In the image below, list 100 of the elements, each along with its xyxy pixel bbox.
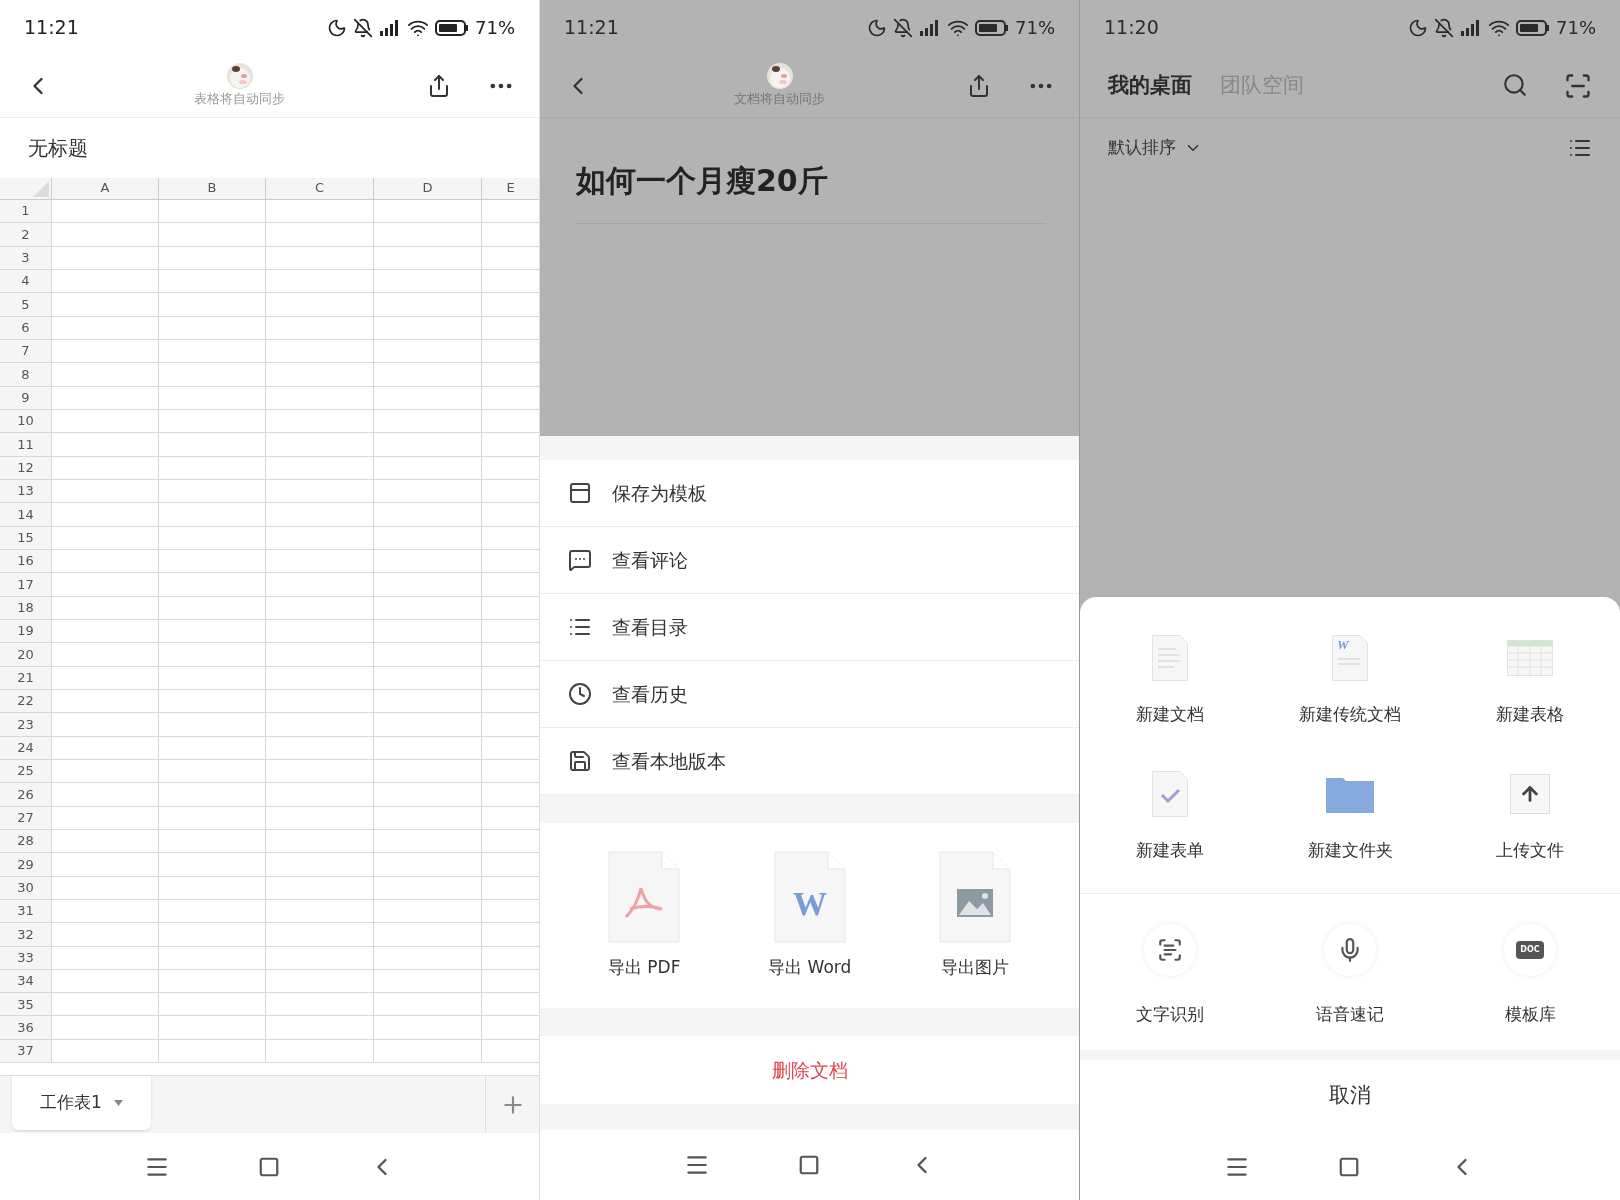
tab[interactable]: 我的桌面 [1108,70,1192,102]
word-file-icon: W [1332,635,1368,681]
sync-status: 表格将自动同步 [194,90,285,109]
sort-dropdown[interactable]: 默认排序 [1108,135,1202,161]
row-number[interactable]: 15 [0,526,51,549]
row-number[interactable]: 23 [0,713,51,736]
menu-item[interactable]: 查看本地版本 [540,728,1079,795]
sheet-tab[interactable]: 工作表1 [12,1076,151,1130]
menu-item[interactable]: 保存为模板 [540,460,1079,527]
row-number[interactable]: 25 [0,759,51,783]
signal-icon [1460,19,1482,36]
moon-icon [867,17,887,38]
create-option[interactable]: 新建表单 [1080,767,1260,863]
tool-option[interactable]: 语音速记 [1260,924,1440,1028]
row-number[interactable]: 32 [0,923,51,946]
create-option[interactable]: 上传文件 [1440,767,1620,863]
home-icon[interactable] [257,1155,280,1178]
templates-icon: DOC [1504,924,1556,976]
sheet-title[interactable]: 无标题 [28,133,88,163]
row-number[interactable]: 14 [0,503,51,526]
bell-off-icon [893,17,913,38]
bell-off-icon [353,17,373,38]
row-number[interactable]: 16 [0,549,51,573]
export-option[interactable]: 导出图片 [939,850,1012,981]
column-header[interactable]: A [51,178,158,199]
row-number[interactable]: 31 [0,899,51,923]
row-number[interactable]: 35 [0,993,51,1016]
upload-icon [1510,773,1550,814]
battery-icon [435,19,469,36]
row-number[interactable]: 1 [0,200,51,223]
document-file-icon [1152,635,1188,681]
share-icon[interactable] [967,74,991,98]
history-icon [568,682,592,706]
image-file-icon [939,850,1012,943]
row-number[interactable]: 7 [0,339,51,363]
row-number[interactable]: 11 [0,433,51,456]
document-title: 如何一个月瘦20斤 [576,163,828,198]
column-header[interactable]: E [481,178,539,199]
row-number[interactable]: 36 [0,1016,51,1039]
row-number[interactable]: 34 [0,969,51,993]
status-time: 11:21 [564,15,619,41]
moon-icon [327,17,347,38]
row-number[interactable]: 37 [0,1039,51,1063]
tool-option[interactable]: DOC 模板库 [1440,924,1620,1028]
row-number[interactable]: 30 [0,876,51,899]
row-number[interactable]: 5 [0,293,51,316]
bell-off-icon [1434,17,1454,38]
pdf-file-icon [608,850,681,943]
row-number[interactable]: 6 [0,316,51,339]
row-number[interactable]: 9 [0,386,51,409]
row-number[interactable]: 17 [0,573,51,596]
create-option[interactable]: W 新建传统文档 [1260,632,1440,728]
column-header[interactable]: C [265,178,373,199]
signal-icon [919,19,941,36]
row-number[interactable]: 28 [0,829,51,853]
row-number[interactable]: 4 [0,270,51,293]
row-number[interactable]: 2 [0,223,51,246]
spreadsheet-file-icon [1507,640,1553,676]
row-number[interactable]: 26 [0,783,51,806]
row-number[interactable]: 22 [0,689,51,713]
delete-button[interactable]: 删除文档 [540,1036,1079,1104]
create-option[interactable]: 新建文件夹 [1260,767,1440,863]
menu-item[interactable]: 查看目录 [540,594,1079,661]
battery-icon [975,19,1009,36]
row-number[interactable]: 13 [0,479,51,503]
share-icon[interactable] [427,74,451,98]
status-time: 11:21 [24,15,79,41]
column-header[interactable]: B [158,178,265,199]
signal-icon [379,19,401,36]
row-number[interactable]: 18 [0,596,51,619]
tool-option[interactable]: 文字识别 [1080,924,1260,1028]
export-option[interactable]: 导出 PDF [607,850,681,981]
scan-icon[interactable] [1564,72,1592,100]
row-number[interactable]: 21 [0,666,51,689]
row-number[interactable]: 19 [0,619,51,643]
moon-icon [1408,17,1428,38]
row-number[interactable]: 20 [0,643,51,666]
row-number[interactable]: 33 [0,946,51,969]
row-number[interactable]: 24 [0,736,51,759]
column-header[interactable]: D [373,178,481,199]
comment-icon [568,548,592,572]
menu-item[interactable]: 查看评论 [540,527,1079,594]
battery-icon [1516,19,1550,36]
create-option[interactable]: 新建表格 [1440,632,1620,728]
row-number[interactable]: 8 [0,363,51,386]
row-number[interactable]: 10 [0,409,51,433]
dropdown-caret-icon [113,1100,123,1106]
menu-item[interactable]: 查看历史 [540,661,1079,728]
home-icon[interactable] [797,1154,820,1176]
form-file-icon [1152,770,1188,817]
row-number[interactable]: 27 [0,806,51,829]
search-icon[interactable] [1502,72,1528,98]
row-number[interactable]: 29 [0,853,51,876]
battery-percent: 71% [1015,16,1055,40]
status-time: 11:20 [1104,15,1159,41]
row-number[interactable]: 3 [0,246,51,269]
row-number[interactable]: 12 [0,456,51,479]
create-option[interactable]: 新建文档 [1080,632,1260,728]
home-icon[interactable] [1338,1156,1360,1178]
export-option[interactable]: W 导出 Word [768,850,852,981]
